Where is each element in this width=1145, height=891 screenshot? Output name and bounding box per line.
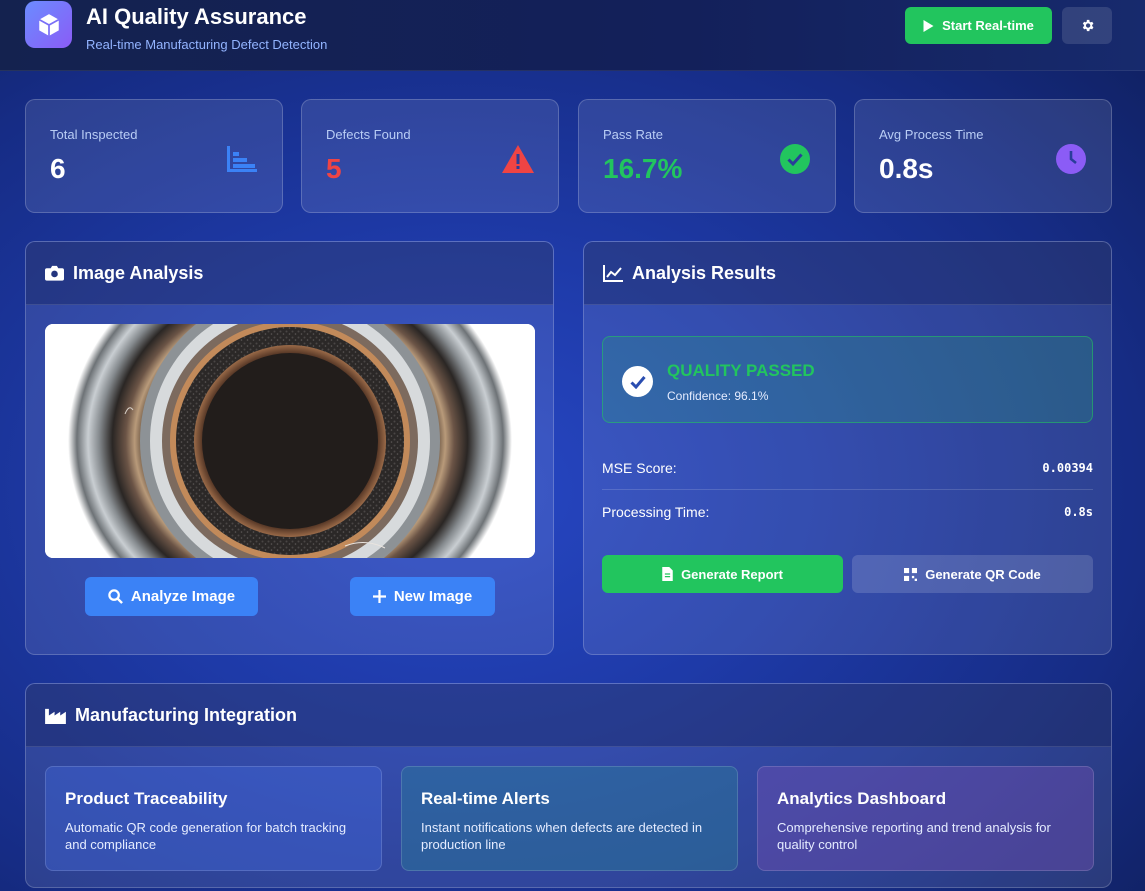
feature-title: Product Traceability (65, 789, 228, 808)
stat-value: 16.7% (603, 153, 683, 184)
app-title: AI Quality Assurance (86, 4, 307, 29)
stat-card-defects-found: Defects Found 5 (301, 99, 559, 213)
stat-card-avg-process-time: Avg Process Time 0.8s (854, 99, 1112, 213)
metric-value: 0.8s (1064, 505, 1093, 519)
document-icon (662, 567, 673, 581)
metric-row-processing-time: Processing Time: 0.8s (602, 490, 1093, 534)
feature-title: Real-time Alerts (421, 789, 550, 808)
bar-chart-icon (226, 143, 258, 175)
metric-value: 0.00394 (1042, 460, 1093, 475)
image-analysis-panel: Image Analysis Analyze Image New Image (25, 241, 554, 655)
stat-label: Total Inspected (50, 127, 138, 142)
analyze-image-label: Analyze Image (130, 588, 236, 605)
analysis-results-panel: Analysis Results QUALITY PASSED Confiden… (583, 241, 1112, 655)
plus-icon (372, 590, 386, 603)
app-subtitle: Real-time Manufacturing Defect Detection (86, 37, 328, 52)
start-realtime-label: Start Real-time (942, 18, 1034, 33)
new-image-label: New Image (393, 588, 473, 605)
quality-status-text: QUALITY PASSED (667, 361, 815, 380)
metric-row-mse: MSE Score: 0.00394 (602, 446, 1093, 490)
feature-title: Analytics Dashboard (777, 789, 947, 808)
stat-label: Pass Rate (603, 127, 663, 142)
stat-card-pass-rate: Pass Rate 16.7% (578, 99, 836, 213)
panel-title: Image Analysis (73, 262, 204, 283)
generate-report-label: Generate Report (681, 566, 783, 582)
app-header: AI Quality Assurance Real-time Manufactu… (0, 0, 1145, 71)
manufacturing-integration-panel: Manufacturing Integration Product Tracea… (25, 683, 1112, 888)
feature-description: Comprehensive reporting and trend analys… (777, 820, 1051, 852)
cube-logo-icon (25, 1, 72, 48)
new-image-button[interactable]: New Image (350, 577, 495, 616)
gear-icon (1082, 19, 1093, 32)
feature-description: Automatic QR code generation for batch t… (65, 820, 347, 852)
feature-description: Instant notifications when defects are d… (421, 820, 703, 852)
panel-header: Manufacturing Integration (26, 684, 1111, 747)
stat-card-total-inspected: Total Inspected 6 (25, 99, 283, 213)
panel-header: Analysis Results (584, 242, 1111, 305)
warning-icon (502, 143, 534, 175)
panel-title: Manufacturing Integration (75, 704, 297, 725)
generate-qr-code-label: Generate QR Code (925, 566, 1041, 582)
generate-qr-code-button[interactable]: Generate QR Code (852, 555, 1093, 593)
panel-header: Image Analysis (26, 242, 553, 305)
factory-icon (45, 708, 66, 724)
feature-card-realtime-alerts: Real-time Alerts Instant notifications w… (401, 766, 738, 871)
feature-card-product-traceability: Product Traceability Automatic QR code g… (45, 766, 382, 871)
stat-value: 6 (50, 153, 66, 184)
start-realtime-button[interactable]: Start Real-time (905, 7, 1052, 44)
settings-button[interactable] (1062, 7, 1112, 44)
stat-value: 5 (326, 153, 342, 184)
stat-label: Avg Process Time (879, 127, 984, 142)
metric-label: MSE Score: (602, 459, 677, 476)
feature-card-analytics-dashboard: Analytics Dashboard Comprehensive report… (757, 766, 1094, 871)
search-icon (108, 589, 123, 604)
generate-report-button[interactable]: Generate Report (602, 555, 843, 593)
quality-status-box: QUALITY PASSED Confidence: 96.1% (602, 336, 1093, 423)
line-chart-icon (603, 264, 623, 282)
confidence-text: Confidence: 96.1% (667, 389, 769, 403)
stat-value: 0.8s (879, 153, 934, 184)
qr-code-icon (904, 567, 918, 581)
metric-label: Processing Time: (602, 504, 710, 520)
panel-title: Analysis Results (632, 262, 777, 283)
camera-icon (45, 265, 64, 281)
stat-label: Defects Found (326, 127, 411, 142)
inspected-part-image (45, 324, 535, 558)
clock-icon (1055, 143, 1087, 175)
analyze-image-button[interactable]: Analyze Image (85, 577, 258, 616)
play-icon (923, 19, 934, 32)
check-circle-icon (779, 143, 811, 175)
check-circle-icon (622, 366, 653, 397)
